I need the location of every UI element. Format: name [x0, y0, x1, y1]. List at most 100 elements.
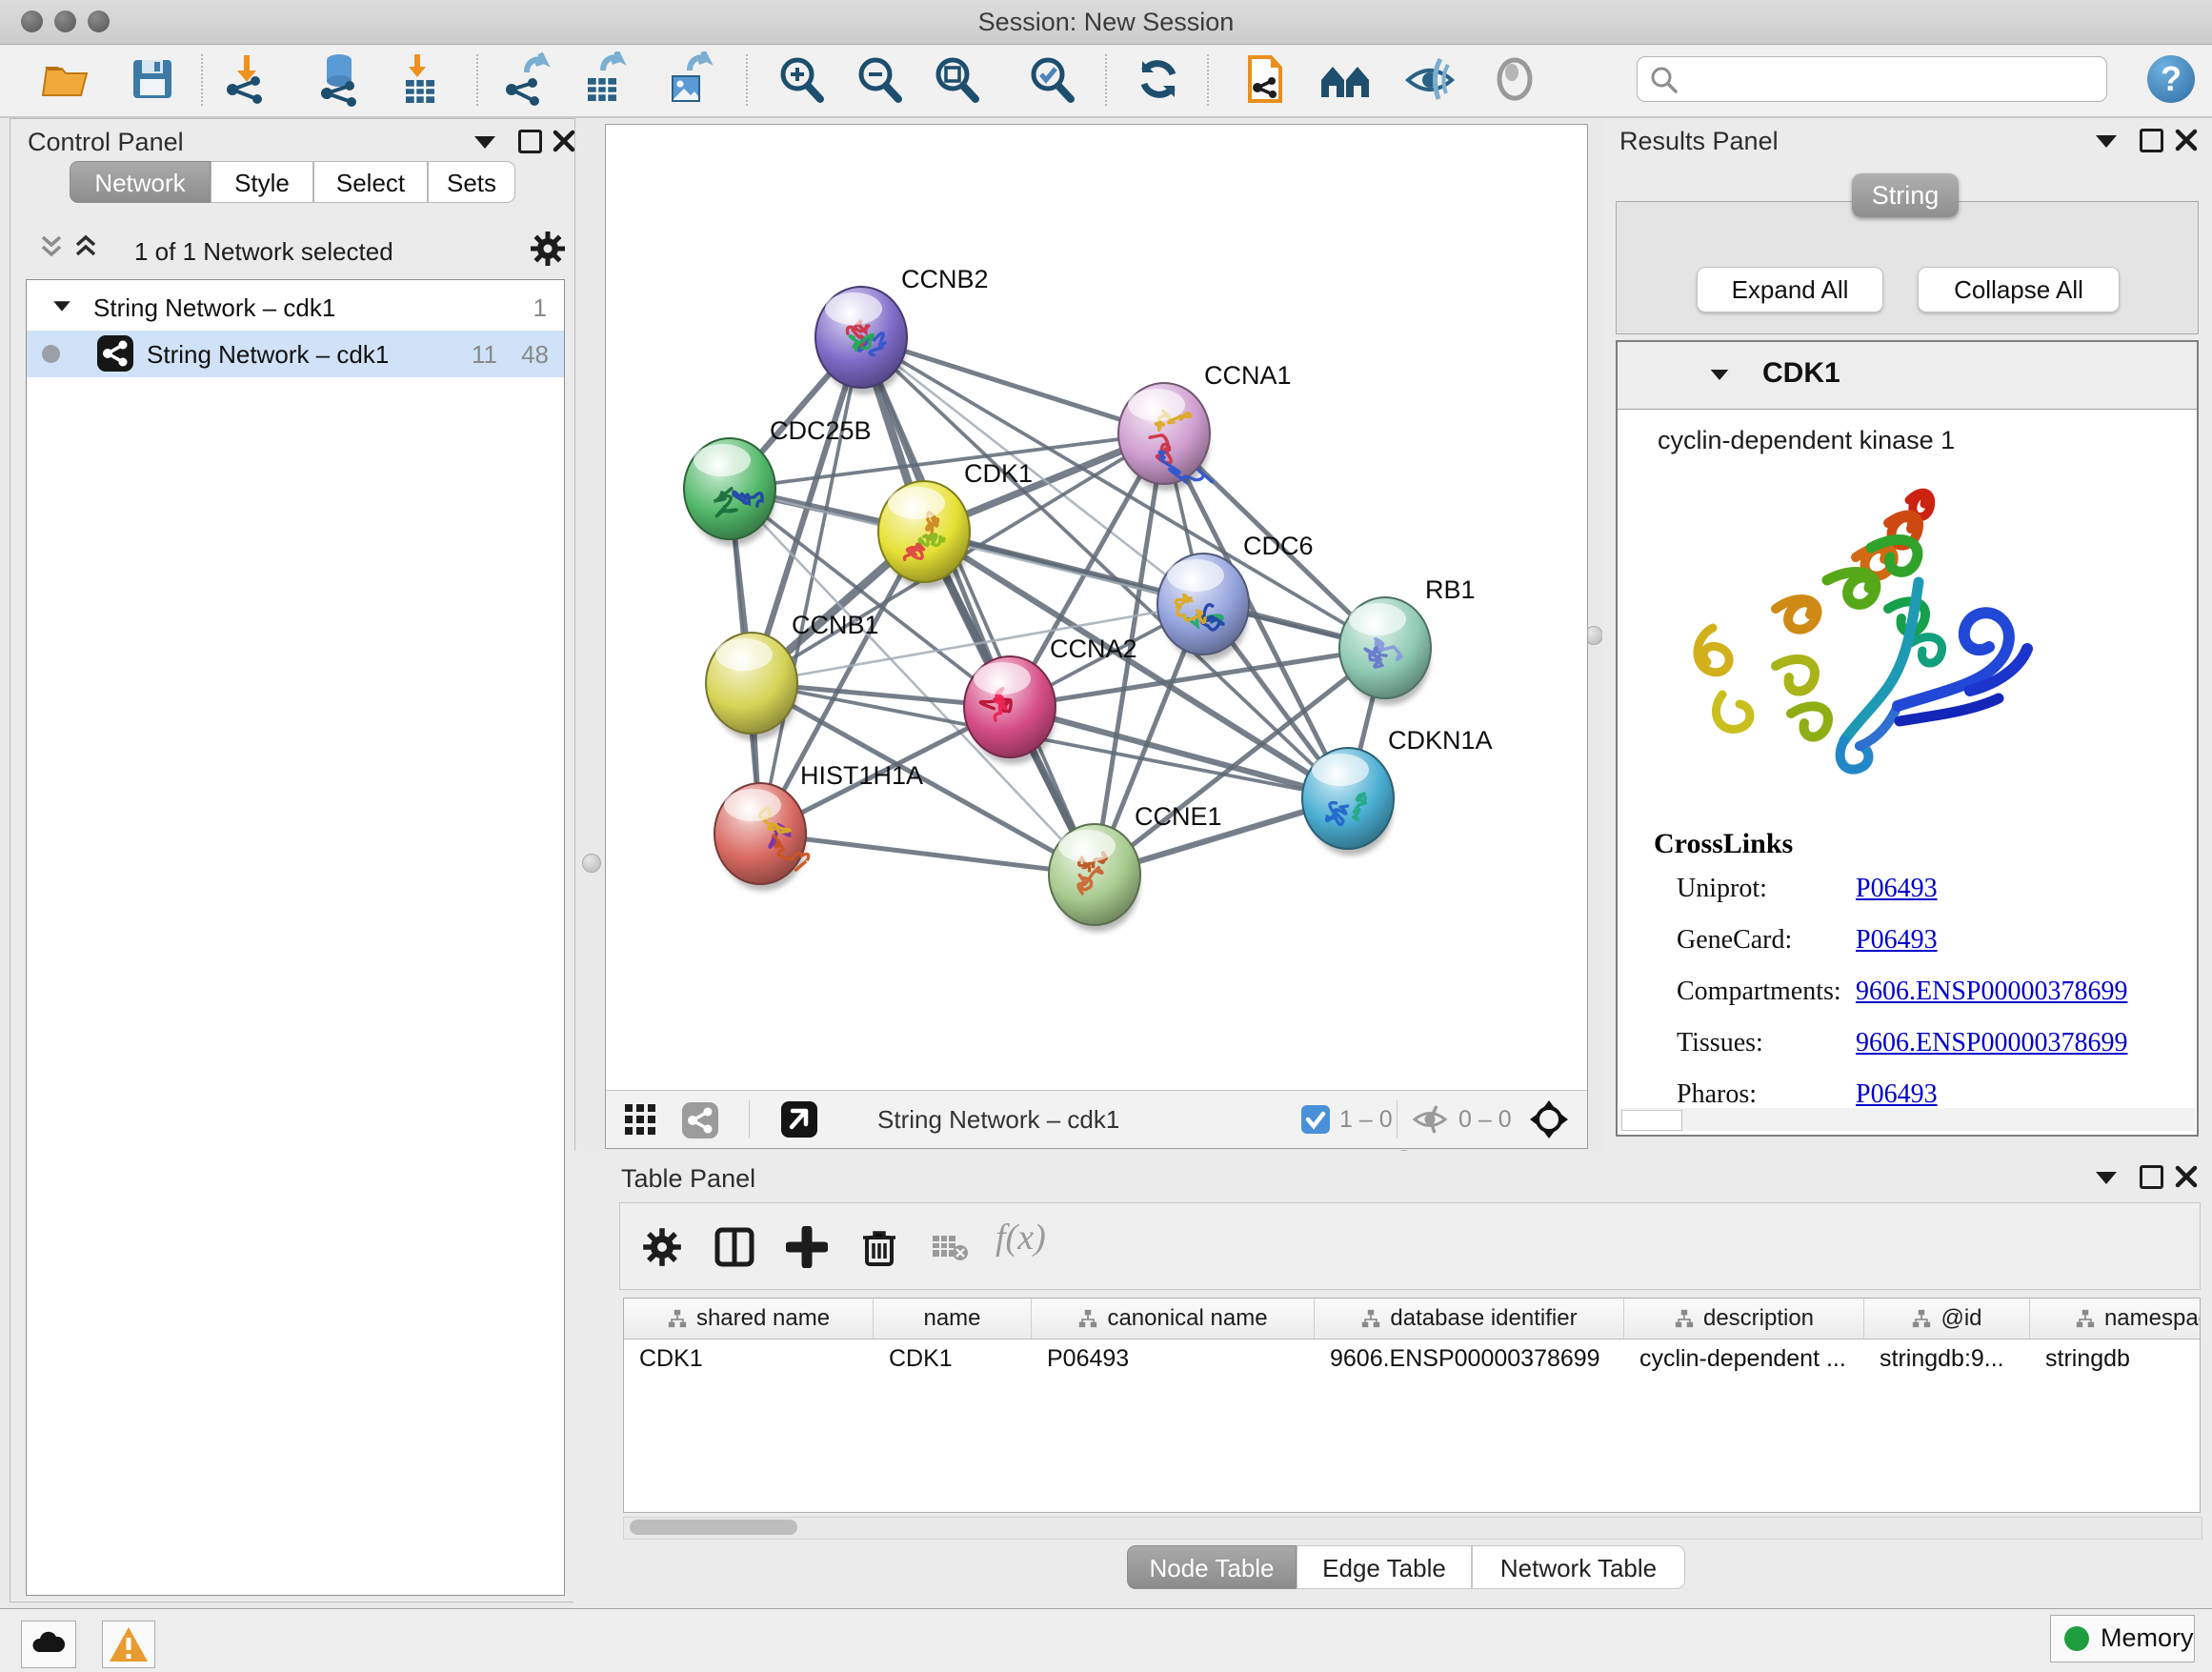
edge-CCNB2-CCNE1[interactable]: [861, 337, 1095, 875]
table-cell[interactable]: P06493: [1032, 1339, 1315, 1379]
function-builder-icon[interactable]: f(x): [995, 1217, 1046, 1259]
node-CDC25B[interactable]: [684, 438, 775, 546]
add-column-icon[interactable]: [786, 1226, 828, 1268]
tab-network-table[interactable]: Network Table: [1472, 1545, 1685, 1589]
column-header-description[interactable]: description: [1624, 1299, 1864, 1339]
table-gear-icon[interactable]: [641, 1226, 683, 1268]
table-cell[interactable]: cyclin-dependent ...: [1624, 1339, 1864, 1379]
section-expander-icon[interactable]: [1711, 370, 1729, 380]
node-CDKN1A[interactable]: [1302, 748, 1394, 856]
save-session-icon[interactable]: [125, 51, 180, 107]
tab-style[interactable]: Style: [211, 161, 313, 203]
hide-graphics-details-icon[interactable]: [1402, 51, 1458, 107]
zoom-out-icon[interactable]: [852, 51, 907, 107]
table-cell[interactable]: CDK1: [874, 1339, 1032, 1379]
table-cell[interactable]: CDK1: [624, 1339, 874, 1379]
table-row[interactable]: CDK1CDK1P064939606.ENSP00000378699cyclin…: [624, 1339, 2201, 1379]
show-graphics-details-icon[interactable]: [1487, 51, 1542, 107]
table-panel-float-icon[interactable]: [2140, 1165, 2163, 1189]
home-icon[interactable]: [1317, 51, 1373, 107]
control-panel-menu-icon[interactable]: [474, 136, 495, 149]
node-CCNE1[interactable]: [1049, 824, 1140, 932]
table-panel-close-icon[interactable]: [2175, 1165, 2198, 1188]
table-cell[interactable]: 9606.ENSP00000378699: [1315, 1339, 1624, 1379]
node-CCNA2[interactable]: [964, 656, 1056, 764]
edge-CCNB2-CCNA1[interactable]: [861, 337, 1164, 433]
node-CDC6[interactable]: [1157, 554, 1249, 661]
import-table-file-icon[interactable]: [392, 51, 448, 107]
delete-table-icon[interactable]: [931, 1232, 969, 1262]
crosslink-link[interactable]: 9606.ENSP00000378699: [1856, 1028, 2127, 1058]
birdseye-view-icon[interactable]: [781, 1101, 817, 1138]
column-header-namespace[interactable]: namespace: [2030, 1299, 2201, 1339]
collapse-all-icon[interactable]: [37, 232, 66, 262]
grid-view-icon[interactable]: [623, 1102, 657, 1137]
crosslink-link[interactable]: P06493: [1856, 925, 1938, 956]
zoom-selected-icon[interactable]: [1024, 51, 1079, 107]
tab-edge-table[interactable]: Edge Table: [1297, 1545, 1472, 1589]
hidden-eye-slash-icon[interactable]: [1411, 1103, 1449, 1136]
results-panel-close-icon[interactable]: [2175, 129, 2198, 151]
column-header-canonical-name[interactable]: canonical name: [1032, 1299, 1315, 1339]
import-network-database-icon[interactable]: [312, 51, 367, 107]
show-columns-icon[interactable]: [714, 1226, 755, 1268]
tab-network[interactable]: Network: [70, 161, 211, 203]
refresh-icon[interactable]: [1131, 51, 1186, 107]
table-cell[interactable]: stringdb: [2030, 1339, 2201, 1379]
crosslink-link[interactable]: P06493: [1856, 1079, 1938, 1110]
edge-HIST1H1A-CCNE1[interactable]: [760, 834, 1095, 875]
network-from-file-icon[interactable]: [1237, 51, 1292, 107]
gear-icon[interactable]: [529, 230, 567, 268]
results-scrollbar-thumb[interactable]: [1621, 1110, 1682, 1131]
delete-column-trash-icon[interactable]: [858, 1226, 900, 1268]
tab-node-table[interactable]: Node Table: [1127, 1545, 1297, 1589]
node-HIST1H1A[interactable]: [714, 783, 809, 891]
table-scrollbar-thumb[interactable]: [630, 1520, 797, 1535]
network-canvas[interactable]: CCNB2CCNA1CDC25BCDK1CDC6RB1CCNB1CCNA2CDK…: [606, 125, 1587, 1091]
zoom-fit-icon[interactable]: [929, 51, 984, 107]
column-header--id[interactable]: @id: [1864, 1299, 2030, 1339]
node-CDK1[interactable]: [878, 481, 970, 589]
export-network-icon[interactable]: [498, 51, 553, 107]
tab-select[interactable]: Select: [313, 161, 428, 203]
tree-row-collection[interactable]: String Network – cdk1 1: [27, 284, 564, 331]
control-panel-close-icon[interactable]: [553, 130, 575, 152]
cloud-button[interactable]: [21, 1621, 76, 1668]
memory-button[interactable]: Memory: [2050, 1615, 2195, 1662]
zoom-in-icon[interactable]: [774, 51, 829, 107]
tab-sets[interactable]: Sets: [428, 161, 515, 203]
selected-nodes-checkbox[interactable]: [1301, 1105, 1330, 1134]
results-panel-menu-icon[interactable]: [2096, 135, 2117, 148]
column-header-database-identifier[interactable]: database identifier: [1315, 1299, 1624, 1339]
crosslink-link[interactable]: 9606.ENSP00000378699: [1856, 977, 2127, 1007]
help-icon[interactable]: ?: [2147, 55, 2195, 103]
expand-all-icon[interactable]: [71, 232, 100, 262]
node-CCNA1[interactable]: [1118, 383, 1213, 491]
results-horizontal-scrollbar[interactable]: [1619, 1108, 2195, 1131]
column-header-shared-name[interactable]: shared name: [624, 1299, 874, 1339]
column-header-name[interactable]: name: [874, 1299, 1032, 1339]
table-panel-menu-icon[interactable]: [2096, 1172, 2117, 1184]
node-CCNB1[interactable]: [706, 633, 797, 740]
expand-all-button[interactable]: Expand All: [1697, 267, 1883, 312]
import-network-file-icon[interactable]: [219, 51, 274, 107]
tree-expander-icon[interactable]: [53, 301, 70, 311]
open-session-icon[interactable]: [39, 51, 94, 107]
table-horizontal-scrollbar[interactable]: [623, 1517, 2202, 1540]
collapse-all-button[interactable]: Collapse All: [1918, 267, 2120, 312]
search-input[interactable]: [1689, 60, 2093, 98]
tree-row-network[interactable]: String Network – cdk1 11 48: [27, 331, 564, 377]
export-image-icon[interactable]: [661, 51, 716, 107]
export-table-icon[interactable]: [576, 51, 632, 107]
results-panel-float-icon[interactable]: [2140, 129, 2163, 152]
table-cell[interactable]: stringdb:9...: [1864, 1339, 2030, 1379]
edge-CCNB2-HIST1H1A[interactable]: [760, 337, 861, 834]
vertical-splitter-handle[interactable]: [582, 854, 601, 873]
result-section-header[interactable]: CDK1: [1618, 342, 2197, 410]
network-thumbnail-icon[interactable]: [682, 1102, 718, 1138]
control-panel-float-icon[interactable]: [518, 130, 542, 153]
warnings-button[interactable]: [102, 1621, 155, 1668]
node-RB1[interactable]: [1339, 597, 1431, 705]
crosslink-link[interactable]: P06493: [1856, 874, 1938, 904]
tab-string[interactable]: String: [1852, 173, 1959, 217]
